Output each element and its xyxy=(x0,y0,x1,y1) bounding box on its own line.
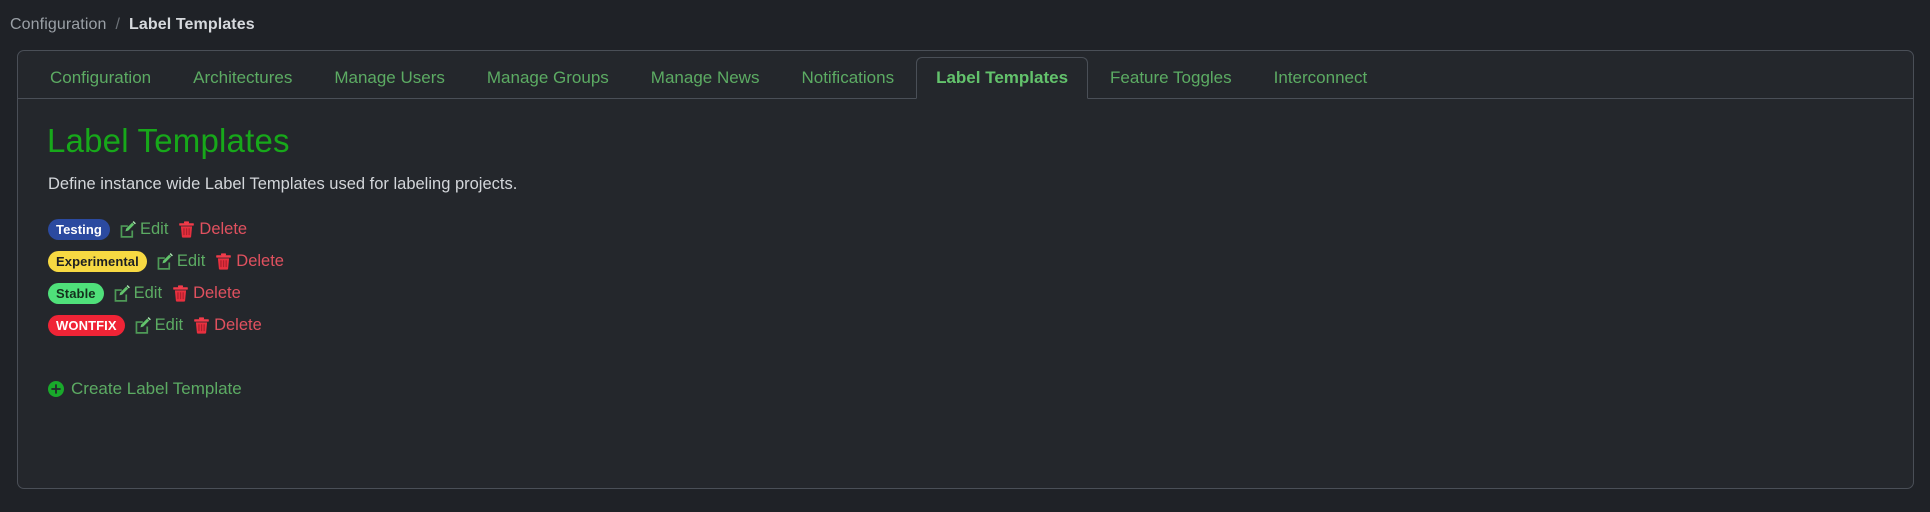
trash-icon xyxy=(193,316,210,334)
tab-manage-users[interactable]: Manage Users xyxy=(314,57,465,98)
edit-label: Edit xyxy=(176,251,206,270)
pencil-square-icon xyxy=(113,284,130,302)
create-label-template-label: Create Label Template xyxy=(71,379,242,398)
tab-manage-groups[interactable]: Manage Groups xyxy=(467,57,629,98)
breadcrumb: Configuration / Label Templates xyxy=(0,0,1930,50)
tab-manage-news[interactable]: Manage News xyxy=(631,57,780,98)
label-badge: WONTFIX xyxy=(48,314,125,336)
edit-label: Edit xyxy=(139,219,169,238)
tab-architectures[interactable]: Architectures xyxy=(173,57,312,98)
page-description: Define instance wide Label Templates use… xyxy=(48,175,518,193)
delete-label: Delete xyxy=(214,315,262,334)
pencil-square-icon xyxy=(134,316,151,334)
trash-icon xyxy=(172,284,189,302)
edit-label: Edit xyxy=(154,315,184,334)
edit-label-button[interactable]: Edit xyxy=(156,252,205,271)
pencil-square-icon xyxy=(119,220,136,238)
delete-label: Delete xyxy=(199,219,248,238)
label-badge: Experimental xyxy=(48,250,147,272)
edit-label-button[interactable]: Edit xyxy=(113,284,162,303)
tab-bar: Configuration Architectures Manage Users Ma… xyxy=(18,51,1913,99)
tab-label: Notifications xyxy=(801,67,895,87)
edit-label-button[interactable]: Edit xyxy=(134,316,183,335)
tab-notifications[interactable]: Notifications xyxy=(781,57,914,98)
delete-label-button[interactable]: Delete xyxy=(178,220,247,239)
delete-label-button[interactable]: Delete xyxy=(172,284,241,303)
breadcrumb-item-current: Label Templates xyxy=(129,16,255,33)
pencil-square-icon xyxy=(156,252,173,270)
tab-label: Configuration xyxy=(50,67,152,87)
trash-icon xyxy=(215,252,232,270)
label-template-list: Testing Edit Delete Experimental Edit Delete S… xyxy=(48,213,1913,341)
label-template-row: Testing Edit Delete xyxy=(48,213,1913,245)
edit-label: Edit xyxy=(133,283,163,302)
tab-feature-toggles[interactable]: Feature Toggles xyxy=(1090,57,1252,98)
edit-label-button[interactable]: Edit xyxy=(119,220,168,239)
delete-label: Delete xyxy=(236,251,284,270)
delete-label-button[interactable]: Delete xyxy=(215,252,284,271)
tab-label-templates[interactable]: Label Templates xyxy=(916,57,1089,99)
tab-label: Architectures xyxy=(193,67,293,87)
delete-label-button[interactable]: Delete xyxy=(193,316,262,335)
label-badge: Testing xyxy=(48,218,110,240)
settings-panel: Configuration Architectures Manage Users Ma… xyxy=(17,50,1914,489)
breadcrumb-separator: / xyxy=(115,16,121,33)
tab-label: Manage Users xyxy=(334,67,445,87)
label-template-row: Stable Edit Delete xyxy=(48,277,1913,309)
page-title: Label Templates xyxy=(47,122,290,159)
tab-label: Manage Groups xyxy=(486,67,609,87)
breadcrumb-item-configuration[interactable]: Configuration xyxy=(10,16,106,34)
label-template-row: WONTFIX Edit Delete xyxy=(48,309,1913,341)
tab-interconnect[interactable]: Interconnect xyxy=(1254,57,1388,98)
tab-label: Label Templates xyxy=(936,68,1069,87)
create-label-template-button[interactable]: Create Label Template xyxy=(48,379,242,399)
panel-body: Label Templates Define instance wide Lab… xyxy=(18,99,1913,402)
plus-circle-icon xyxy=(48,381,64,397)
label-badge: Stable xyxy=(48,282,104,304)
tab-label: Interconnect xyxy=(1273,67,1368,87)
label-template-row: Experimental Edit Delete xyxy=(48,245,1913,277)
delete-label: Delete xyxy=(193,283,241,302)
tab-configuration[interactable]: Configuration xyxy=(30,57,171,98)
trash-icon xyxy=(178,220,195,238)
tab-label: Feature Toggles xyxy=(1110,67,1232,87)
tab-label: Manage News xyxy=(650,67,760,87)
